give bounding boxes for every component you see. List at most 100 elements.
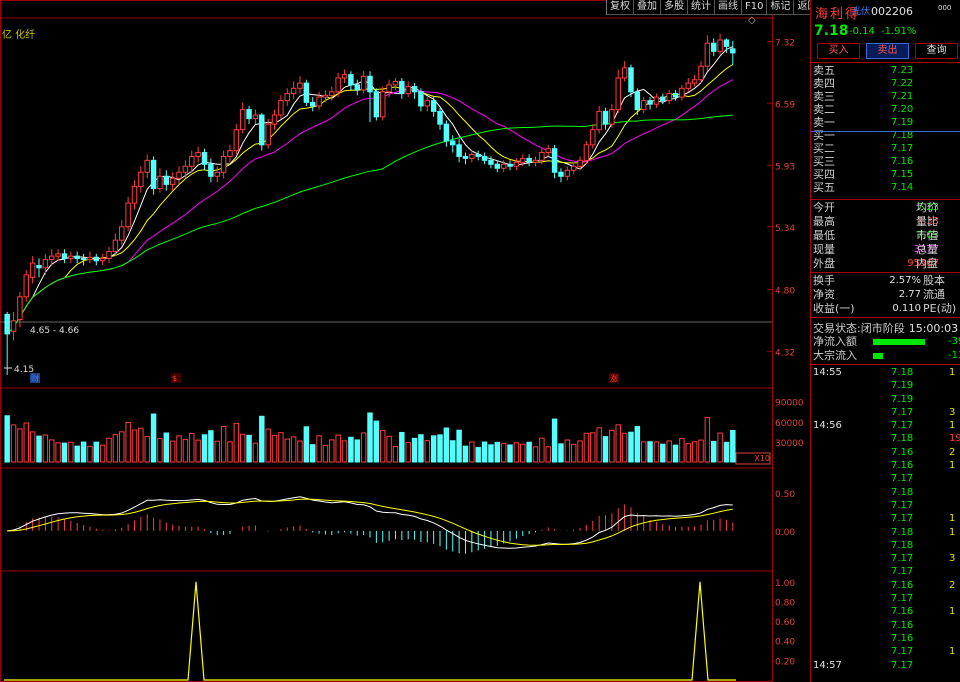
tick-row: 7.17: [811, 592, 960, 605]
ask-row[interactable]: 卖五 7.23: [811, 64, 960, 77]
fund-flow-value: -39: [948, 336, 960, 347]
volume-bar: [392, 445, 399, 463]
candle-body: [615, 77, 621, 111]
candle-body: [4, 313, 10, 335]
ask-row[interactable]: 卖四 7.22: [811, 77, 960, 90]
price-tick-label: 4.32: [775, 348, 795, 358]
volume-bar: [615, 424, 621, 463]
tick-price: 7.16: [891, 632, 914, 644]
sell-button[interactable]: 卖出: [866, 43, 909, 59]
candle-body: [679, 87, 685, 98]
fundamental-row: 净资 2.77 流通: [811, 288, 960, 302]
indicator-tick-label: 0.80: [775, 598, 795, 608]
volume-bar: [278, 432, 284, 463]
orderbook-price: 7.17: [891, 143, 914, 154]
price-tick-label: 4.80: [775, 286, 795, 296]
orderbook-price: 7.23: [891, 65, 914, 76]
tick-row: 7.17 1: [811, 645, 960, 658]
fundamental-stats: 换手 2.57% 股本 净资 2.77 流通 收益(一) 0.110 PE(动): [811, 274, 960, 316]
tick-row: 7.17: [811, 472, 960, 485]
tick-list[interactable]: 14:55 7.18 1 7.19 7.19 7.17 3 14:56 7.17 1 7.18 19 7…: [811, 366, 960, 672]
ask-row[interactable]: 卖三 7.21: [811, 90, 960, 103]
volume-bar: [138, 427, 144, 463]
fundamental-label-secondary: 流通: [923, 288, 945, 301]
tick-row: 7.16: [811, 619, 960, 632]
volume-bar: [609, 429, 615, 463]
volume-tick-label: 90000: [775, 399, 804, 409]
ask-row[interactable]: 卖一 7.19: [811, 116, 960, 129]
volume-bar: [488, 444, 494, 463]
tool-f10-button[interactable]: F10: [741, 0, 767, 15]
tick-row: 7.17: [811, 499, 960, 512]
tick-time: 14:55: [813, 367, 842, 378]
candle-body: [36, 264, 42, 269]
tool-statistics-button[interactable]: 统计: [687, 0, 714, 15]
volume-bar: [698, 439, 704, 463]
volume-bar: [437, 434, 443, 463]
candle-body: [93, 256, 100, 262]
tick-price: 7.17: [891, 566, 914, 578]
candle-body: [150, 159, 157, 189]
bid-row[interactable]: 买四 7.15: [811, 168, 960, 181]
volume-bar: [233, 422, 240, 463]
volume-bar: [252, 442, 259, 463]
volume-bar: [335, 434, 341, 463]
ask-row[interactable]: 卖二 7.20: [811, 103, 960, 116]
candle-body: [488, 159, 494, 165]
tool-draw-line-button[interactable]: 画线: [714, 0, 741, 15]
bid-row[interactable]: 买三 7.16: [811, 155, 960, 168]
buy-button[interactable]: 买入: [817, 43, 860, 59]
tool-overlay-button[interactable]: 叠加: [633, 0, 660, 15]
bid-row[interactable]: 买五 7.14: [811, 181, 960, 194]
kline-chart-area[interactable]: 7.326.595.935.344.804.324.154.65 - 4.66财…: [0, 0, 810, 682]
tool-restore-rights-button[interactable]: 复权: [606, 0, 633, 15]
volume-bar: [36, 435, 42, 463]
candle-body: [583, 144, 590, 161]
price-tick-label: 5.34: [775, 224, 795, 234]
orderbook-price: 7.16: [891, 156, 914, 167]
volume-bar: [583, 432, 590, 463]
diamond-icon[interactable]: ◇: [748, 15, 756, 26]
bid-row[interactable]: 买二 7.17: [811, 142, 960, 155]
candle-body: [539, 152, 545, 161]
fundamental-label: 净资: [813, 288, 835, 301]
volume-bar: [704, 417, 711, 463]
candle-body: [526, 157, 532, 163]
candle-body: [29, 262, 36, 278]
tool-mark-button[interactable]: 标记: [766, 0, 794, 15]
candle-body: [628, 67, 634, 93]
candle-body: [252, 114, 259, 120]
query-button[interactable]: 查询: [915, 43, 958, 59]
candle-body: [596, 110, 602, 131]
stat-label: 最高: [813, 215, 835, 228]
volume-bar: [723, 441, 730, 463]
candle-body: [564, 169, 571, 177]
tick-price: 7.16: [891, 619, 914, 631]
volume-bar: [329, 439, 335, 463]
candle-body: [469, 153, 475, 159]
tick-volume: 1: [949, 646, 956, 658]
price-change-percent: -1.91%: [881, 26, 917, 37]
candle-body: [144, 159, 150, 173]
tool-multi-stock-button[interactable]: 多股: [660, 0, 687, 15]
volume-bar: [481, 441, 488, 463]
orderbook-price: 7.21: [891, 91, 914, 102]
volume-tick-label: 30000: [775, 439, 804, 449]
quote-panel: 海利得 光伏 002206 000 7.18 -0.14 -1.91% 买入 卖…: [810, 0, 960, 682]
tick-price: 7.18: [891, 539, 914, 551]
candle-body: [259, 114, 265, 146]
divider: [811, 364, 960, 365]
volume-bar: [131, 429, 138, 463]
volume-bar: [494, 441, 501, 463]
candle-body: [570, 165, 577, 171]
candle-body: [551, 148, 558, 173]
volume-bar: [322, 444, 329, 463]
volume-bar: [456, 429, 462, 463]
candle-body: [437, 110, 443, 125]
tick-row: 7.17 1: [811, 512, 960, 525]
volume-unit-label: X10: [754, 454, 770, 463]
candle-body: [169, 177, 176, 185]
candle-body: [329, 91, 335, 96]
volume-bar: [717, 432, 723, 463]
candle-body: [335, 77, 341, 93]
